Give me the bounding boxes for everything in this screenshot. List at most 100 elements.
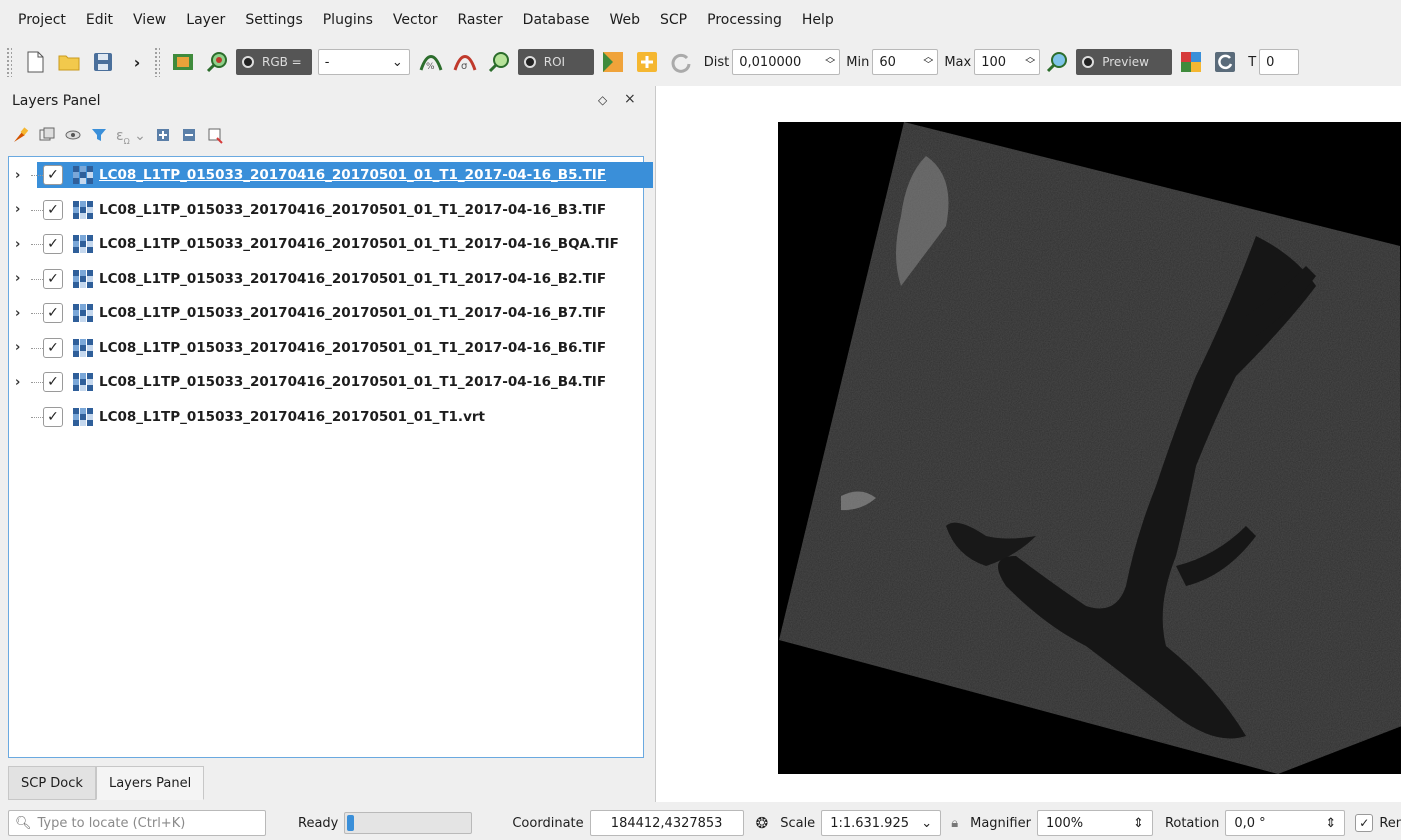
- menu-plugins[interactable]: Plugins: [313, 12, 383, 28]
- menu-project[interactable]: Project: [8, 12, 76, 28]
- layer-row[interactable]: › ✓ LC08_L1TP_015033_20170416_20170501_01_…: [9, 334, 643, 362]
- layer-visibility-checkbox[interactable]: ✓: [43, 406, 63, 427]
- expand-arrow-icon[interactable]: ›: [15, 306, 29, 321]
- redo-preview-icon[interactable]: [1212, 49, 1238, 75]
- menu-processing[interactable]: Processing: [697, 12, 792, 28]
- tab-scp-dock[interactable]: SCP Dock: [8, 766, 96, 800]
- menu-raster[interactable]: Raster: [448, 12, 513, 28]
- menu-help[interactable]: Help: [792, 12, 844, 28]
- expression-filter-icon[interactable]: εΩ ⌄: [116, 128, 146, 146]
- filter-funnel-icon[interactable]: [90, 126, 108, 148]
- layers-tree[interactable]: › ✓ LC08_L1TP_015033_20170416_20170501_01_…: [8, 156, 653, 758]
- roi-toggle[interactable]: ROI: [517, 49, 594, 75]
- layer-visibility-checkbox[interactable]: ✓: [43, 337, 63, 358]
- expand-arrow-icon[interactable]: ›: [15, 202, 29, 217]
- dist-spinbox[interactable]: 0,010000 ︿ ﹀: [732, 49, 841, 75]
- svg-text:%: %: [426, 62, 435, 72]
- menu-web[interactable]: Web: [599, 12, 650, 28]
- open-folder-icon[interactable]: [56, 49, 82, 75]
- layer-visibility-checkbox[interactable]: ✓: [43, 303, 63, 323]
- spin-arrows-icon[interactable]: ⇕: [1133, 816, 1144, 831]
- expand-arrow-icon[interactable]: ›: [15, 271, 29, 286]
- add-group-icon[interactable]: [38, 126, 56, 148]
- layer-row[interactable]: › ✓ LC08_L1TP_015033_20170416_20170501_01_…: [9, 265, 643, 293]
- t-spinbox[interactable]: 0: [1259, 49, 1300, 75]
- layer-visibility-checkbox[interactable]: ✓: [43, 165, 63, 185]
- menu-database[interactable]: Database: [513, 12, 600, 28]
- style-manager-icon[interactable]: [12, 126, 30, 148]
- menu-edit[interactable]: Edit: [76, 12, 123, 28]
- toggle-dot-icon: [523, 56, 536, 68]
- rgb-combo[interactable]: - ⌄: [317, 49, 410, 75]
- layer-visibility-checkbox[interactable]: ✓: [43, 234, 63, 254]
- raster-layer-icon: [73, 235, 93, 253]
- layer-row[interactable]: › ✓ LC08_L1TP_015033_20170416_20170501_01_…: [9, 161, 653, 189]
- rgb-toggle[interactable]: RGB =: [236, 49, 312, 75]
- menu-bar: Project Edit View Layer Settings Plugins Vecto…: [0, 0, 1401, 40]
- classification-preview-icon[interactable]: [1178, 49, 1204, 75]
- expand-arrow-icon[interactable]: ›: [15, 168, 29, 183]
- menu-layer[interactable]: Layer: [176, 12, 235, 28]
- scp-band-set-icon[interactable]: [170, 49, 196, 75]
- add-roi-plus-icon[interactable]: [634, 49, 660, 75]
- collapse-all-icon[interactable]: [180, 126, 198, 148]
- expand-all-icon[interactable]: [154, 126, 172, 148]
- preview-toggle[interactable]: Preview: [1076, 49, 1173, 75]
- layer-visibility-checkbox[interactable]: ✓: [43, 372, 63, 392]
- redo-roi-icon[interactable]: [668, 49, 694, 75]
- rotation-label: Rotation: [1164, 815, 1220, 831]
- scale-label: Scale: [780, 815, 816, 831]
- rotation-spinbox[interactable]: 0,0 ° ⇕: [1225, 810, 1346, 836]
- expand-arrow-icon[interactable]: ›: [15, 375, 29, 390]
- layer-name: LC08_L1TP_015033_20170416_20170501_01_T1…: [99, 236, 619, 252]
- zoom-input-image-icon[interactable]: [204, 49, 230, 75]
- close-panel-icon[interactable]: ×: [624, 91, 636, 107]
- menu-settings[interactable]: Settings: [235, 12, 312, 28]
- layer-row[interactable]: › ✓ LC08_L1TP_015033_20170416_20170501_01_…: [9, 230, 643, 258]
- save-icon[interactable]: [90, 49, 116, 75]
- coordinate-field[interactable]: 184412,4327853: [589, 810, 744, 836]
- local-cumulative-stretch-icon[interactable]: %: [418, 49, 444, 75]
- map-canvas[interactable]: [655, 86, 1401, 802]
- std-dev-stretch-icon[interactable]: σ: [452, 49, 478, 75]
- lock-scale-icon[interactable]: 🔒︎: [951, 816, 958, 831]
- expand-arrow-icon[interactable]: ›: [15, 340, 29, 355]
- zoom-roi-icon[interactable]: [486, 49, 512, 75]
- menu-view[interactable]: View: [123, 12, 176, 28]
- locator-search-input[interactable]: 🔍︎ Type to locate (Ctrl+K): [8, 810, 266, 836]
- min-spinbox[interactable]: 60 ︿ ﹀: [872, 49, 939, 75]
- spin-arrows-icon[interactable]: ︿ ﹀: [1025, 53, 1035, 71]
- float-panel-icon[interactable]: ◇: [598, 93, 607, 107]
- visibility-eye-icon[interactable]: [64, 126, 82, 148]
- layer-row[interactable]: › ✓ LC08_L1TP_015033_20170416_20170501_01_…: [9, 196, 643, 224]
- layer-visibility-checkbox[interactable]: ✓: [43, 268, 63, 289]
- layer-row[interactable]: › ✓ LC08_L1TP_015033_20170416_20170501_01_…: [9, 299, 643, 327]
- magnifier-spinbox[interactable]: 100% ⇕: [1036, 810, 1153, 836]
- expand-arrow-icon[interactable]: ›: [15, 237, 29, 252]
- menu-vector[interactable]: Vector: [383, 12, 448, 28]
- search-icon: 🔍︎: [15, 815, 32, 831]
- render-checkbox[interactable]: ✓: [1355, 814, 1374, 832]
- toggle-extents-icon[interactable]: ❂: [756, 814, 769, 832]
- spin-arrows-icon[interactable]: ︿ ﹀: [825, 53, 835, 71]
- new-project-icon[interactable]: [22, 49, 48, 75]
- max-spinbox[interactable]: 100 ︿ ﹀: [974, 49, 1041, 75]
- spin-arrows-icon[interactable]: ︿ ﹀: [923, 53, 933, 71]
- menu-scp[interactable]: SCP: [650, 12, 697, 28]
- create-roi-icon[interactable]: [600, 49, 626, 75]
- layers-toolbar: εΩ ⌄: [12, 126, 224, 148]
- layer-visibility-checkbox[interactable]: ✓: [43, 199, 63, 220]
- raster-layer-icon: [73, 373, 93, 391]
- scale-combo[interactable]: 1:1.631.925 ⌄: [821, 810, 942, 836]
- zoom-preview-icon[interactable]: [1044, 49, 1070, 75]
- coordinate-label: Coordinate: [512, 815, 584, 831]
- progress-fill: [347, 815, 354, 831]
- remove-layer-icon[interactable]: [206, 126, 224, 148]
- tab-layers-panel[interactable]: Layers Panel: [95, 766, 205, 800]
- toolbar-grip[interactable]: [154, 47, 160, 77]
- layer-row[interactable]: › ✓ LC08_L1TP_015033_20170416_20170501_01_…: [9, 368, 643, 396]
- layer-row[interactable]: ✓ LC08_L1TP_015033_20170416_20170501_01_T…: [9, 403, 643, 431]
- toolbar-grip[interactable]: [6, 47, 12, 77]
- spin-arrows-icon[interactable]: ⇕: [1325, 816, 1336, 831]
- more-chevron-icon[interactable]: ›: [124, 49, 150, 75]
